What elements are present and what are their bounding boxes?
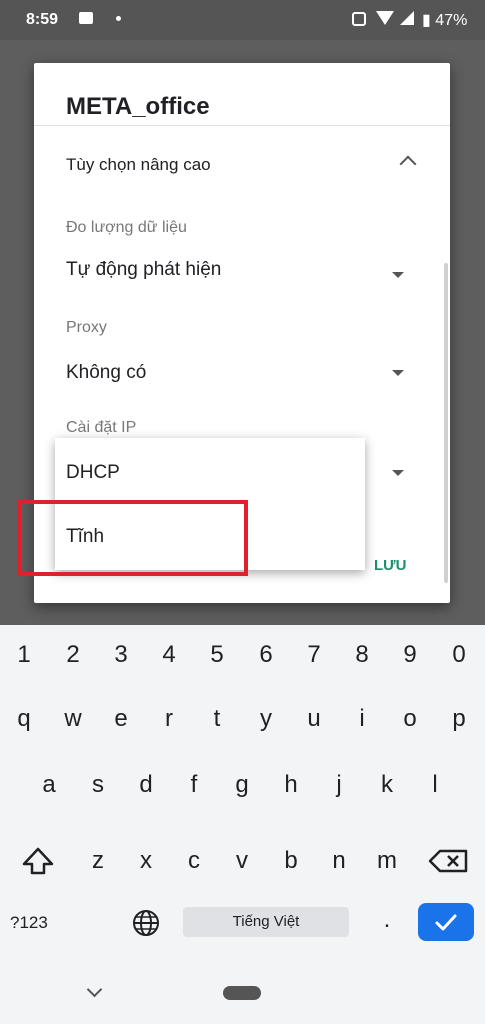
- key-u[interactable]: u: [291, 693, 337, 745]
- chevron-up-icon[interactable]: [399, 155, 417, 173]
- chevron-down-icon[interactable]: [392, 272, 404, 278]
- key-j[interactable]: j: [316, 759, 362, 811]
- key-s[interactable]: s: [75, 759, 121, 811]
- key-f[interactable]: f: [171, 759, 217, 811]
- status-time: 8:59: [26, 11, 59, 28]
- key-0[interactable]: 0: [436, 629, 482, 681]
- globe-icon: [133, 910, 159, 936]
- symbols-key[interactable]: ?123: [10, 905, 66, 941]
- key-e[interactable]: e: [98, 693, 144, 745]
- dialog-scrollbar[interactable]: [444, 263, 448, 583]
- key-m[interactable]: m: [364, 835, 410, 887]
- period-key[interactable]: .: [372, 905, 402, 941]
- advanced-options-toggle[interactable]: Tùy chọn nâng cao: [66, 155, 211, 175]
- key-7[interactable]: 7: [291, 629, 337, 681]
- on-screen-keyboard: 1 2 3 4 5 6 7 8 9 0 q w e r t y u i o p …: [0, 625, 485, 955]
- key-t[interactable]: t: [194, 693, 240, 745]
- hide-keyboard-icon[interactable]: [86, 981, 103, 998]
- key-3[interactable]: 3: [98, 629, 144, 681]
- status-bar: 8:59 ▮ 47%: [0, 0, 485, 40]
- language-key[interactable]: [128, 905, 164, 941]
- navigation-bar: [0, 955, 485, 1024]
- key-y[interactable]: y: [243, 693, 289, 745]
- key-a[interactable]: a: [26, 759, 72, 811]
- backspace-key[interactable]: [424, 835, 476, 887]
- key-n[interactable]: n: [316, 835, 362, 887]
- key-k[interactable]: k: [364, 759, 410, 811]
- key-l[interactable]: l: [412, 759, 458, 811]
- key-x[interactable]: x: [123, 835, 169, 887]
- metered-label: Đo lượng dữ liệu: [66, 219, 187, 236]
- check-icon: [435, 914, 457, 931]
- key-d[interactable]: d: [123, 759, 169, 811]
- key-o[interactable]: o: [387, 693, 433, 745]
- menu-item-dhcp[interactable]: DHCP: [66, 462, 120, 484]
- key-i[interactable]: i: [339, 693, 385, 745]
- key-2[interactable]: 2: [50, 629, 96, 681]
- proxy-label: Proxy: [66, 319, 107, 336]
- key-g[interactable]: g: [219, 759, 265, 811]
- chevron-down-icon[interactable]: [392, 370, 404, 376]
- vibrate-icon: [352, 12, 366, 26]
- key-4[interactable]: 4: [146, 629, 192, 681]
- enter-key[interactable]: [418, 903, 474, 941]
- chevron-down-icon[interactable]: [392, 470, 404, 476]
- key-b[interactable]: b: [268, 835, 314, 887]
- key-1[interactable]: 1: [1, 629, 47, 681]
- key-p[interactable]: p: [436, 693, 482, 745]
- key-h[interactable]: h: [268, 759, 314, 811]
- battery-level: ▮ 47%: [422, 10, 467, 30]
- key-9[interactable]: 9: [387, 629, 433, 681]
- notification-dot-icon: [116, 16, 121, 21]
- shift-icon: [22, 847, 54, 875]
- title-divider: [34, 125, 450, 126]
- battery-icon: ▮: [422, 12, 431, 29]
- shift-key[interactable]: [14, 835, 62, 887]
- home-handle[interactable]: [223, 986, 261, 1000]
- key-6[interactable]: 6: [243, 629, 289, 681]
- space-key[interactable]: Tiếng Việt: [183, 907, 349, 937]
- key-r[interactable]: r: [146, 693, 192, 745]
- dialog-title: META_office: [66, 93, 210, 120]
- battery-percent: 47%: [435, 12, 468, 29]
- backspace-icon: [428, 849, 468, 873]
- highlight-box: [17, 500, 248, 576]
- signal-icon: [400, 11, 414, 25]
- wifi-icon: [376, 11, 394, 25]
- save-button[interactable]: LƯU: [374, 557, 406, 574]
- image-notification-icon: [79, 12, 93, 24]
- key-w[interactable]: w: [50, 693, 96, 745]
- key-q[interactable]: q: [1, 693, 47, 745]
- key-c[interactable]: c: [171, 835, 217, 887]
- key-5[interactable]: 5: [194, 629, 240, 681]
- key-v[interactable]: v: [219, 835, 265, 887]
- ip-settings-label: Cài đặt IP: [66, 419, 137, 436]
- key-z[interactable]: z: [75, 835, 121, 887]
- proxy-select[interactable]: Không có: [66, 362, 146, 384]
- metered-select[interactable]: Tự động phát hiện: [66, 259, 221, 281]
- key-8[interactable]: 8: [339, 629, 385, 681]
